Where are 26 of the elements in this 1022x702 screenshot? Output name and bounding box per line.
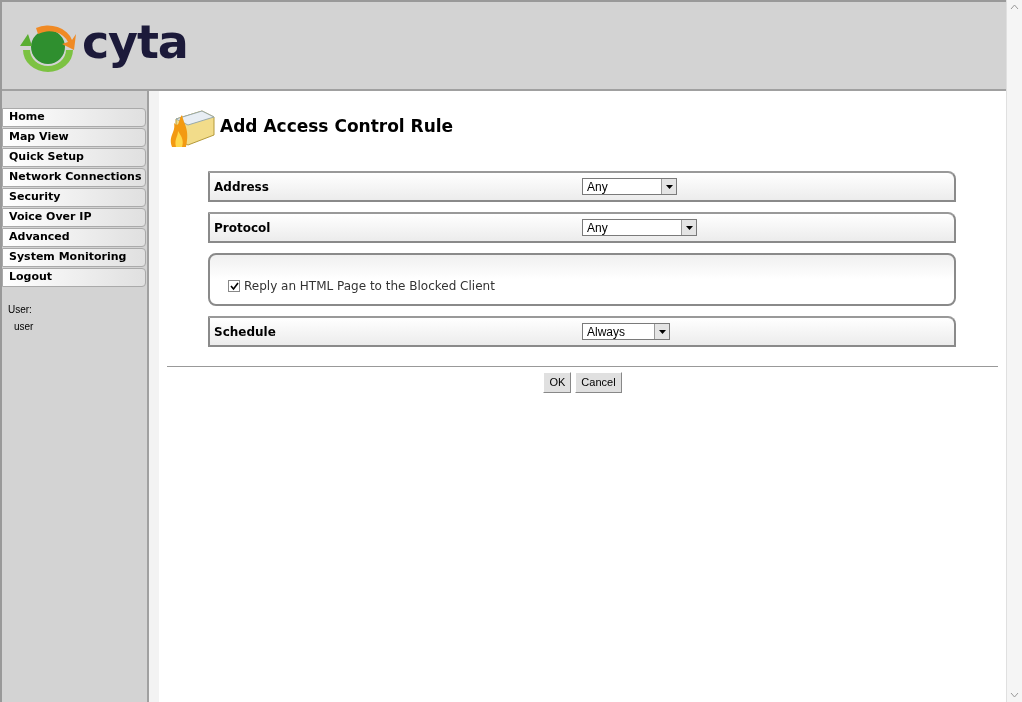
user-label: User: [8,303,33,317]
sidebar-item[interactable]: Security [2,188,146,207]
form-button[interactable]: OK [543,372,572,393]
sidebar-item[interactable]: System Monitoring [2,248,146,267]
form-button[interactable]: Cancel [575,372,622,393]
caret-icon [661,179,676,194]
field-label: Schedule [214,323,277,341]
dropdown[interactable]: Any [582,219,697,236]
checkbox[interactable] [228,280,240,292]
dropdown[interactable]: Always [582,323,670,340]
dropdown[interactable]: Any [582,178,677,195]
field-label: Address [214,178,270,196]
sidebar-item[interactable]: Quick Setup [2,148,146,167]
sidebar-item[interactable]: Home [2,108,146,127]
caret-icon [681,220,696,235]
page-title: Add Access Control Rule [220,115,454,139]
sidebar-item[interactable]: Network Connections [2,168,146,187]
logo-text: cyta [82,18,188,71]
checkbox-label: Reply an HTML Page to the Blocked Client [244,280,495,292]
field-label: Protocol [214,219,272,237]
sidebar-item[interactable]: Voice Over IP [2,208,146,227]
sidebar-item[interactable]: Logout [2,268,146,287]
caret-icon [654,324,669,339]
sidebar-item[interactable]: Advanced [2,228,146,247]
sidebar-item[interactable]: Map View [2,128,146,147]
user-name: user [14,320,35,334]
